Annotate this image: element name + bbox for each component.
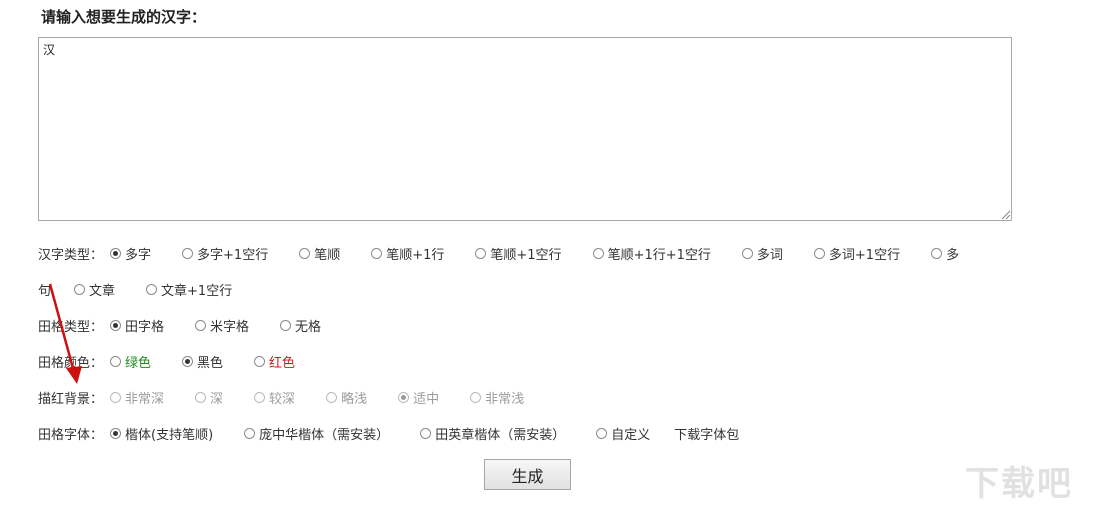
- hanzi-input[interactable]: [38, 37, 1012, 221]
- radio-icon[interactable]: [254, 355, 266, 367]
- grid-font-row: 田格字体： 楷体(支持笔顺) 庞中华楷体（需安装） 田英章楷体（需安装） 自定义…: [38, 424, 739, 443]
- watermark-logo: 下载吧: [965, 464, 1073, 504]
- radio-icon[interactable]: [280, 319, 292, 331]
- option-label: 笔顺+1行: [386, 247, 445, 263]
- option-label: 绿色: [125, 355, 152, 371]
- radio-icon[interactable]: [371, 247, 383, 259]
- option-label: 笔顺: [314, 247, 341, 263]
- grid-font-option-custom[interactable]: 自定义: [591, 424, 650, 443]
- radio-icon[interactable]: [470, 391, 482, 403]
- grid-font-label: 田格字体：: [38, 427, 104, 443]
- option-label: 田英章楷体（需安装）: [435, 427, 566, 443]
- option-label: 多词+1空行: [828, 247, 901, 263]
- radio-icon[interactable]: [110, 427, 122, 439]
- grid-type-option-mizi[interactable]: 米字格: [190, 316, 249, 335]
- trace-bg-option-very-dark[interactable]: 非常深: [105, 388, 164, 407]
- radio-icon[interactable]: [741, 247, 753, 259]
- char-type-option-bishun-blank[interactable]: 笔顺+1空行: [470, 244, 562, 263]
- char-type-row-wrap: 句 文章 文章+1空行: [38, 280, 258, 299]
- option-label: 楷体(支持笔顺): [125, 427, 214, 443]
- trace-bg-option-lighter[interactable]: 略浅: [321, 388, 367, 407]
- radio-icon[interactable]: [195, 319, 207, 331]
- option-label: 田字格: [125, 319, 165, 335]
- radio-icon[interactable]: [596, 427, 608, 439]
- option-label: 非常深: [125, 391, 165, 407]
- char-type-row: 汉字类型： 多字 多字+1空行 笔顺 笔顺+1行 笔顺+1空行 笔顺+1行+1空…: [38, 244, 959, 263]
- char-type-option-duozi[interactable]: 多字: [105, 244, 151, 263]
- grid-font-option-tianyingzhang[interactable]: 田英章楷体（需安装）: [415, 424, 565, 443]
- download-font-link[interactable]: 下载字体包: [674, 424, 739, 443]
- trace-bg-label: 描红背景：: [38, 391, 104, 407]
- option-label: 无格: [295, 319, 322, 335]
- option-label: 深: [210, 391, 224, 407]
- radio-icon[interactable]: [813, 247, 825, 259]
- char-type-option-duoju[interactable]: 多: [926, 244, 959, 263]
- grid-color-row: 田格颜色： 绿色 黑色 红色: [38, 352, 321, 371]
- radio-icon[interactable]: [475, 247, 487, 259]
- option-label: 黑色: [197, 355, 224, 371]
- radio-icon[interactable]: [195, 391, 207, 403]
- grid-font-option-pangzhonghua[interactable]: 庞中华楷体（需安装）: [239, 424, 389, 443]
- trace-bg-option-medium[interactable]: 适中: [393, 388, 439, 407]
- radio-icon[interactable]: [110, 391, 122, 403]
- trace-bg-option-very-light[interactable]: 非常浅: [465, 388, 524, 407]
- trace-bg-option-dark[interactable]: 深: [190, 388, 223, 407]
- option-label: 略浅: [341, 391, 368, 407]
- option-label: 多词: [756, 247, 783, 263]
- radio-icon[interactable]: [931, 247, 943, 259]
- generate-button[interactable]: 生成: [484, 459, 571, 490]
- option-label: 文章: [89, 283, 116, 299]
- radio-icon[interactable]: [299, 247, 311, 259]
- radio-icon[interactable]: [110, 355, 122, 367]
- radio-icon[interactable]: [182, 355, 194, 367]
- option-label: 多: [946, 247, 960, 263]
- option-label: 笔顺+1行+1空行: [607, 247, 711, 263]
- radio-icon[interactable]: [254, 391, 266, 403]
- char-type-option-bishun[interactable]: 笔顺: [294, 244, 340, 263]
- char-type-option-wenzhang[interactable]: 文章: [69, 280, 115, 299]
- char-type-option-duoci[interactable]: 多词: [737, 244, 783, 263]
- trace-bg-option-darker[interactable]: 较深: [249, 388, 295, 407]
- grid-color-option-red[interactable]: 红色: [249, 352, 295, 371]
- option-label: 红色: [269, 355, 296, 371]
- radio-icon[interactable]: [398, 391, 410, 403]
- option-label: 米字格: [210, 319, 250, 335]
- grid-type-row: 田格类型： 田字格 米字格 无格: [38, 316, 347, 335]
- radio-icon[interactable]: [146, 283, 158, 295]
- char-type-option-bishun-line[interactable]: 笔顺+1行: [366, 244, 444, 263]
- option-label: 适中: [413, 391, 440, 407]
- grid-font-option-kaiti[interactable]: 楷体(支持笔顺): [105, 424, 213, 443]
- grid-color-option-black[interactable]: 黑色: [177, 352, 223, 371]
- option-label: 非常浅: [485, 391, 525, 407]
- radio-icon[interactable]: [74, 283, 86, 295]
- trace-bg-row: 描红背景： 非常深 深 较深 略浅 适中 非常浅: [38, 388, 550, 407]
- radio-icon[interactable]: [182, 247, 194, 259]
- radio-icon[interactable]: [420, 427, 432, 439]
- grid-color-option-green[interactable]: 绿色: [105, 352, 151, 371]
- resize-grip-icon[interactable]: [1000, 209, 1011, 220]
- option-label: 文章+1空行: [161, 283, 233, 299]
- option-label-wrap: 句: [38, 283, 52, 299]
- char-type-option-duozi-blank[interactable]: 多字+1空行: [177, 244, 268, 263]
- option-label: 庞中华楷体（需安装）: [259, 427, 390, 443]
- option-label: 多字: [125, 247, 152, 263]
- char-type-label: 汉字类型：: [38, 247, 104, 263]
- option-label: 自定义: [611, 427, 651, 443]
- radio-icon[interactable]: [110, 319, 122, 331]
- char-type-option-duoci-blank[interactable]: 多词+1空行: [809, 244, 900, 263]
- char-type-option-wenzhang-blank[interactable]: 文章+1空行: [141, 280, 232, 299]
- grid-color-label: 田格颜色：: [38, 355, 104, 371]
- option-label: 较深: [269, 391, 296, 407]
- radio-icon[interactable]: [244, 427, 256, 439]
- radio-icon[interactable]: [110, 247, 122, 259]
- form-title: 请输入想要生成的汉字：: [41, 8, 207, 26]
- grid-type-label: 田格类型：: [38, 319, 104, 335]
- char-type-option-bishun-line-blank[interactable]: 笔顺+1行+1空行: [588, 244, 711, 263]
- radio-icon[interactable]: [592, 247, 604, 259]
- option-label: 多字+1空行: [197, 247, 269, 263]
- grid-type-option-tianzi[interactable]: 田字格: [105, 316, 164, 335]
- grid-type-option-none[interactable]: 无格: [275, 316, 321, 335]
- radio-icon[interactable]: [326, 391, 338, 403]
- option-label: 笔顺+1空行: [490, 247, 562, 263]
